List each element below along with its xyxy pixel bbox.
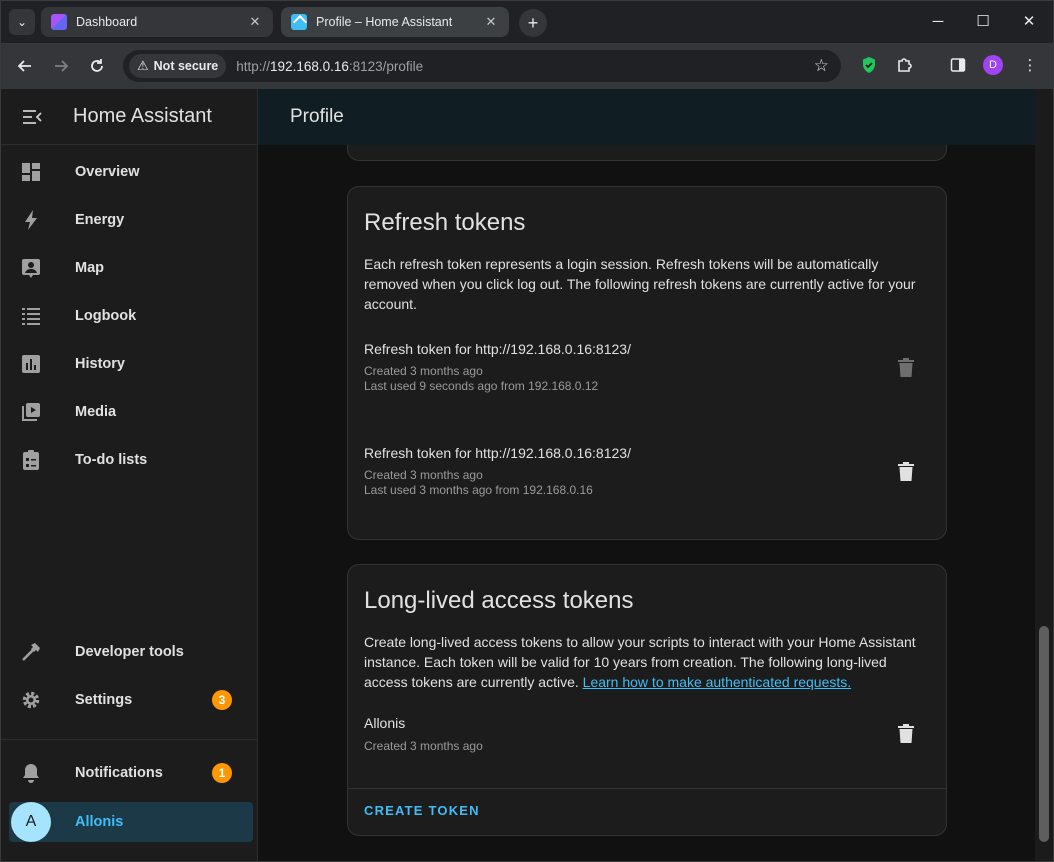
shield-extension-icon[interactable] <box>858 54 880 76</box>
home-assistant-favicon-icon <box>291 14 307 30</box>
page-header: Profile <box>258 89 1035 145</box>
sidebar-item-label: Overview <box>75 164 140 180</box>
token-last-used: Last used 9 seconds ago from 192.168.0.1… <box>364 379 599 393</box>
media-icon <box>19 400 43 424</box>
sidebar-item-label: History <box>75 356 125 372</box>
refresh-tokens-description: Each refresh token represents a login se… <box>364 256 916 312</box>
browser-toolbar: ⚠ Not secure http://192.168.0.16:8123/pr… <box>1 43 1053 89</box>
lightning-icon <box>19 208 43 232</box>
gear-icon <box>19 688 43 712</box>
sidebar-item-history[interactable]: History <box>1 340 257 388</box>
previous-card <box>347 145 947 161</box>
bookmark-star-icon[interactable]: ☆ <box>814 56 829 76</box>
avatar: A <box>11 802 51 842</box>
window-close-icon[interactable]: ✕ <box>1015 9 1043 33</box>
hammer-icon <box>19 640 43 664</box>
sidebar-divider <box>1 739 257 740</box>
logbook-icon <box>19 304 43 328</box>
create-token-button[interactable]: CREATE TOKEN <box>364 803 480 818</box>
sidebar-item-label: Notifications <box>75 765 163 781</box>
side-panel-icon[interactable] <box>947 54 969 76</box>
sidebar-item-energy[interactable]: Energy <box>1 196 257 244</box>
security-label: Not secure <box>153 59 219 73</box>
card-actions: CREATE TOKEN <box>348 788 946 835</box>
settings-badge: 3 <box>212 690 232 710</box>
sidebar-item-overview[interactable]: Overview <box>1 148 257 196</box>
sidebar-item-user[interactable]: A Allonis <box>9 802 253 842</box>
warning-icon: ⚠ <box>137 58 149 73</box>
sidebar-header: Home Assistant <box>1 89 257 145</box>
dashboard-favicon-icon <box>51 14 67 30</box>
token-created: Created 3 months ago <box>364 364 483 378</box>
sidebar-item-label: Developer tools <box>75 644 184 660</box>
tab-strip: ⌄ Dashboard ✕ Profile – Home Assistant ✕… <box>1 1 1053 43</box>
browser-window: ⌄ Dashboard ✕ Profile – Home Assistant ✕… <box>0 0 1054 862</box>
forward-arrow-icon[interactable] <box>47 52 75 80</box>
trash-icon[interactable] <box>894 721 918 745</box>
new-tab-button[interactable]: + <box>519 9 547 37</box>
long-lived-tokens-card: Long-lived access tokens Create long-liv… <box>347 564 947 836</box>
sidebar-item-label: Map <box>75 260 104 276</box>
sidebar-title: Home Assistant <box>73 105 212 127</box>
url-prefix: http:// <box>236 58 271 74</box>
token-name: Allonis <box>364 715 406 731</box>
browser-profile-avatar[interactable]: D <box>983 55 1003 75</box>
token-created: Created 3 months ago <box>364 739 483 753</box>
url-text[interactable]: http://192.168.0.16:8123/profile <box>236 59 423 74</box>
notifications-badge: 1 <box>212 763 232 783</box>
map-icon <box>19 256 43 280</box>
token-name: Refresh token for http://192.168.0.16:81… <box>364 445 631 461</box>
authenticated-requests-link[interactable]: Learn how to make authenticated requests… <box>583 674 852 690</box>
sidebar: Home Assistant Overview Energy Map Logbo… <box>1 89 258 861</box>
bell-icon <box>19 761 43 785</box>
dashboard-icon <box>19 160 43 184</box>
history-icon <box>19 352 43 376</box>
sidebar-item-settings[interactable]: Settings 3 <box>1 676 257 724</box>
sidebar-item-map[interactable]: Map <box>1 244 257 292</box>
token-created: Created 3 months ago <box>364 468 483 482</box>
long-lived-heading: Long-lived access tokens <box>364 587 634 614</box>
clipboard-icon <box>19 448 43 472</box>
sidebar-item-developer-tools[interactable]: Developer tools <box>1 628 257 676</box>
sidebar-item-label: Energy <box>75 212 125 228</box>
sidebar-item-label: Media <box>75 404 117 420</box>
close-icon[interactable]: ✕ <box>483 14 499 30</box>
page-title: Profile <box>290 106 344 127</box>
refresh-tokens-heading: Refresh tokens <box>364 209 526 236</box>
menu-collapse-icon[interactable] <box>17 102 47 132</box>
main-content: Refresh tokens Each refresh token repres… <box>258 145 1035 861</box>
tab-dashboard[interactable]: Dashboard ✕ <box>41 7 273 37</box>
url-host: 192.168.0.16 <box>270 58 349 74</box>
refresh-tokens-card: Refresh tokens Each refresh token repres… <box>347 186 947 540</box>
maximize-icon[interactable]: ☐ <box>969 9 997 33</box>
user-name: Allonis <box>75 814 124 830</box>
tab-title: Dashboard <box>76 15 138 29</box>
trash-icon[interactable] <box>894 355 918 379</box>
puzzle-extension-icon[interactable] <box>894 54 916 76</box>
reload-icon[interactable] <box>83 52 111 80</box>
security-indicator[interactable]: ⚠ Not secure <box>129 54 227 78</box>
sidebar-item-todo-lists[interactable]: To-do lists <box>1 436 257 484</box>
tab-search-button[interactable]: ⌄ <box>9 9 35 35</box>
kebab-menu-icon[interactable]: ⋮ <box>1019 54 1041 76</box>
back-arrow-icon[interactable] <box>11 52 39 80</box>
token-last-used: Last used 3 months ago from 192.168.0.16 <box>364 483 593 497</box>
sidebar-item-label: To-do lists <box>75 452 148 468</box>
scrollbar-thumb[interactable] <box>1039 626 1049 842</box>
url-path: :8123/profile <box>348 58 424 74</box>
trash-icon[interactable] <box>894 459 918 483</box>
long-lived-description: Create long-lived access tokens to allow… <box>364 632 932 692</box>
address-bar[interactable]: ⚠ Not secure http://192.168.0.16:8123/pr… <box>123 50 841 82</box>
page-scrollbar[interactable] <box>1035 89 1053 861</box>
sidebar-item-notifications[interactable]: Notifications 1 <box>1 749 257 797</box>
sidebar-item-logbook[interactable]: Logbook <box>1 292 257 340</box>
token-name: Refresh token for http://192.168.0.16:81… <box>364 341 631 357</box>
sidebar-item-media[interactable]: Media <box>1 388 257 436</box>
minimize-icon[interactable]: ─ <box>924 9 952 33</box>
tab-profile[interactable]: Profile – Home Assistant ✕ <box>281 7 509 37</box>
sidebar-item-label: Settings <box>75 692 133 708</box>
close-icon[interactable]: ✕ <box>247 14 263 30</box>
sidebar-item-label: Logbook <box>75 308 137 324</box>
tab-title: Profile – Home Assistant <box>316 15 453 29</box>
